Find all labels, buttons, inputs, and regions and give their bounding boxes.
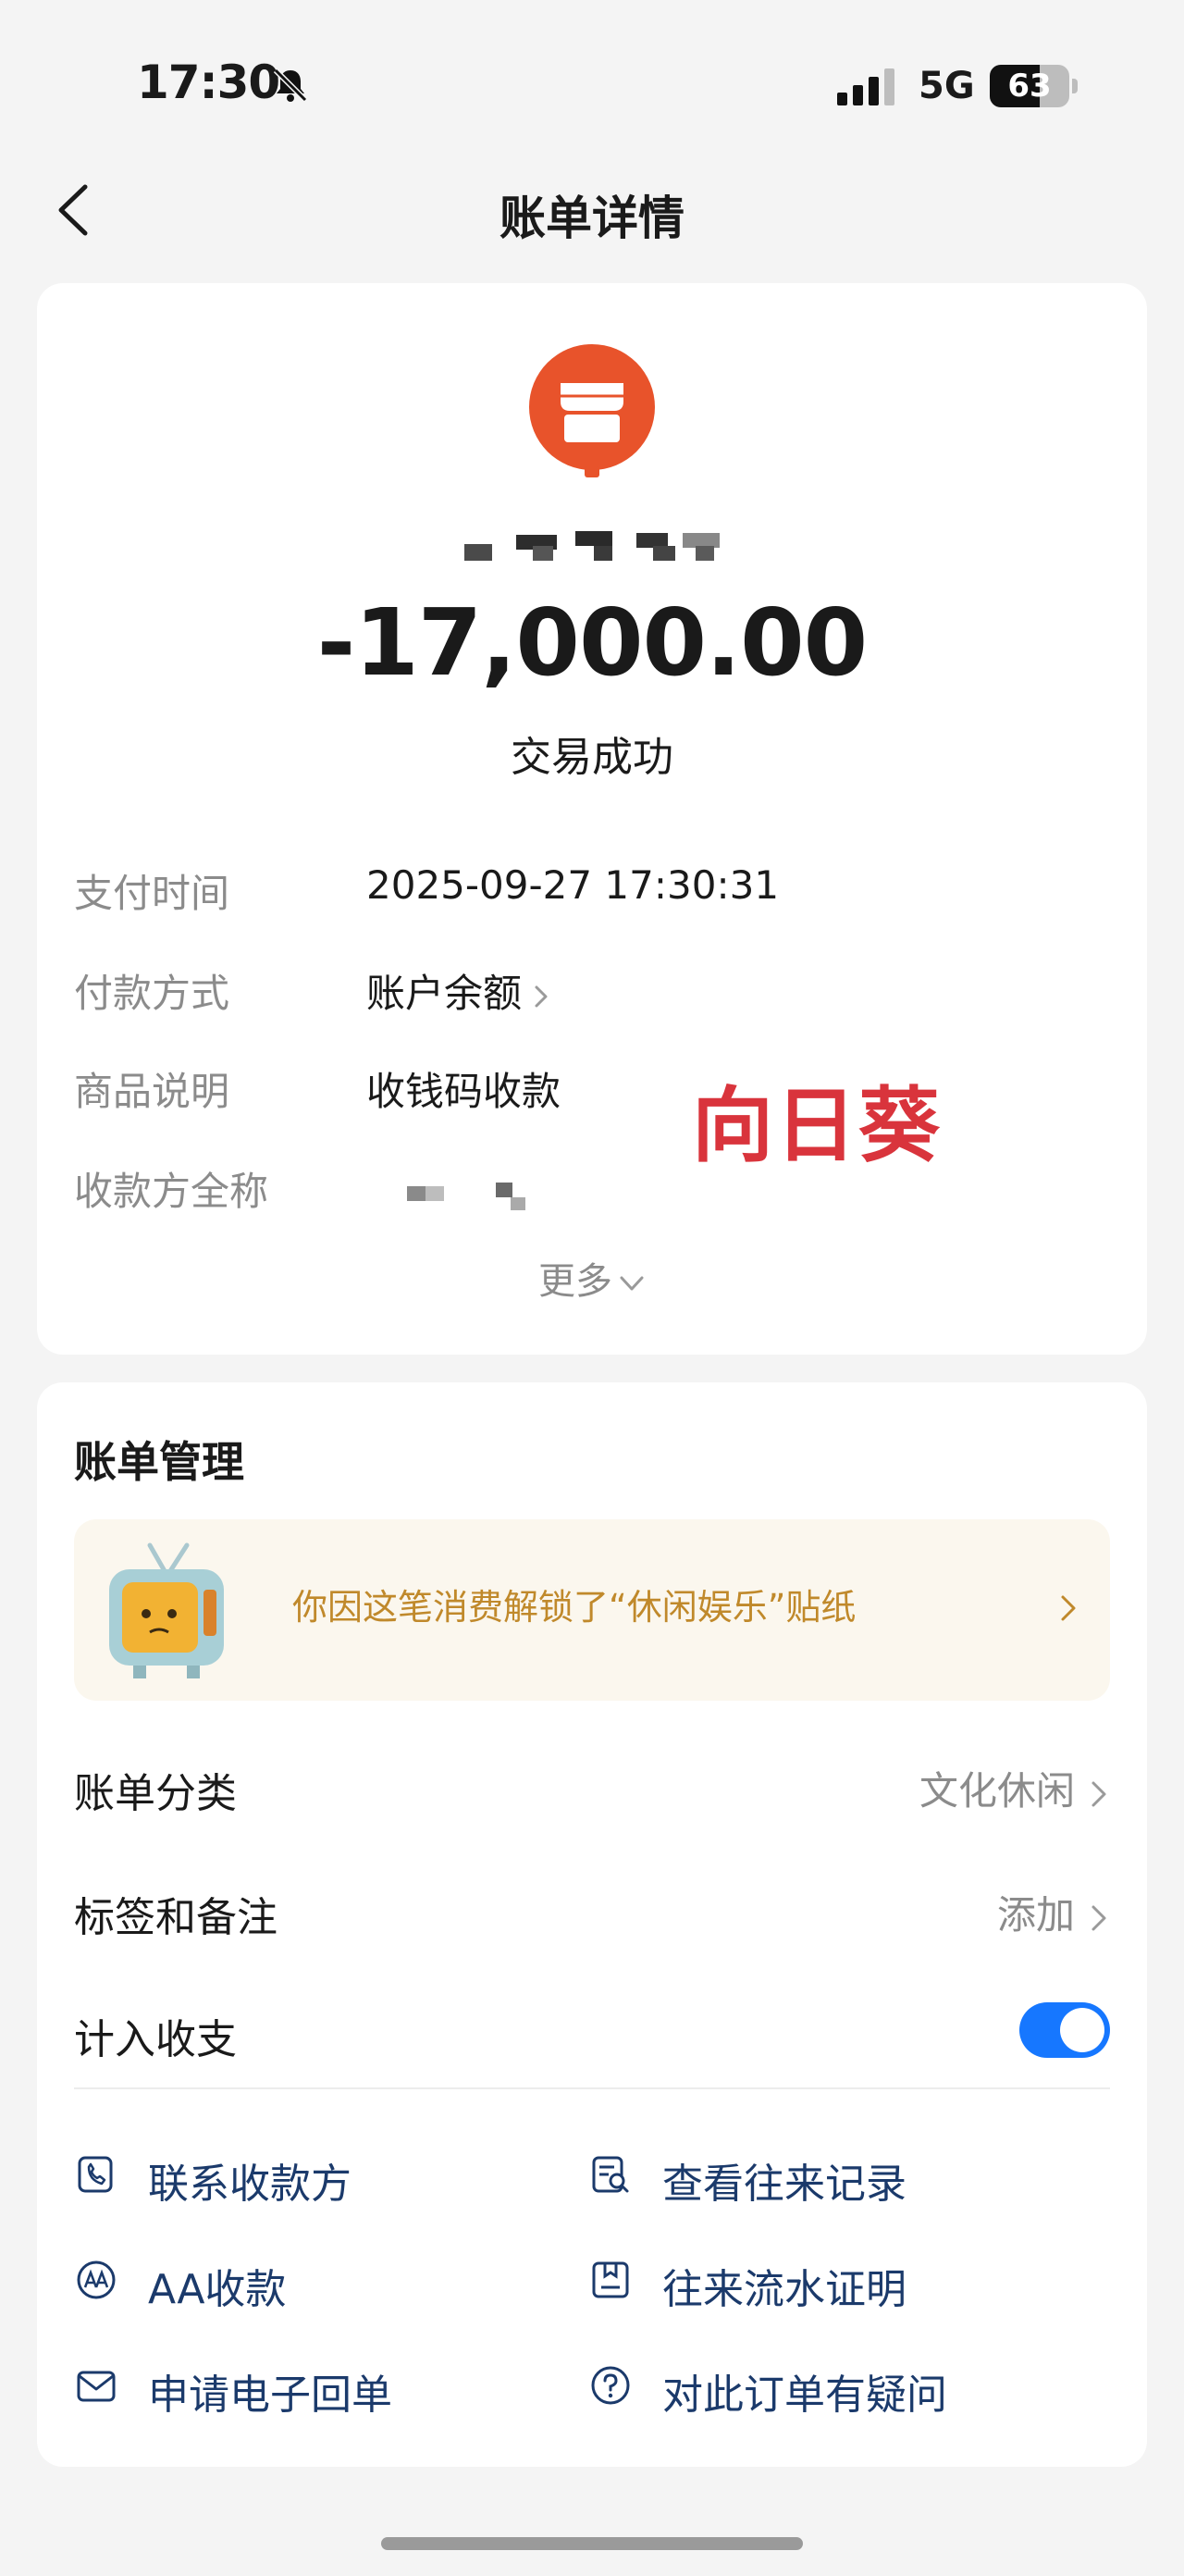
contact-payee-button[interactable]: 联系收款方 [74, 2137, 555, 2211]
tags-notes-value: 添加 [996, 1892, 1075, 1938]
transaction-status: 交易成功 [511, 734, 673, 781]
tags-notes-label: 标签和备注 [74, 1894, 278, 1941]
chevron-right-icon [1092, 1781, 1106, 1806]
aa-collect-button[interactable]: AA收款 [74, 2243, 555, 2317]
aa-collect-label: AA收款 [148, 2266, 287, 2313]
pay-time-value: 2025-09-27 17:30:31 [366, 862, 780, 908]
section-title: 账单管理 [74, 1437, 244, 1487]
question-icon [591, 2366, 630, 2405]
sticker-unlock-banner[interactable]: 你因这笔消费解锁了“休闲娱乐”贴纸 [74, 1519, 1110, 1701]
view-history-label: 查看往来记录 [662, 2161, 906, 2208]
payment-method-label: 付款方式 [74, 971, 230, 1016]
watermark-text: 向日葵 [692, 1078, 943, 1173]
include-in-budget-toggle[interactable] [1019, 2002, 1110, 2058]
chevron-right-icon [1092, 1905, 1106, 1930]
more-button[interactable]: 更多 [500, 1251, 684, 1307]
transaction-amount: -17,000.00 [316, 588, 869, 697]
e-receipt-label: 申请电子回单 [148, 2372, 392, 2419]
product-desc-label: 商品说明 [74, 1069, 230, 1114]
product-desc-value: 收钱码收款 [366, 1069, 561, 1114]
payee-name-label: 收款方全称 [74, 1169, 269, 1214]
transaction-card: -17,000.00 交易成功 支付时间 2025-09-27 17:30:31… [37, 283, 1147, 1355]
battery-percent: 63 [1007, 68, 1052, 105]
record-search-icon [592, 2156, 629, 2193]
mail-icon [77, 2371, 116, 2402]
tags-notes-row[interactable]: 标签和备注 添加 [74, 1862, 1110, 1954]
chevron-right-icon [535, 985, 548, 1007]
pay-time-label: 支付时间 [74, 871, 230, 916]
network-type: 5G [919, 65, 975, 107]
phone-icon [78, 2156, 113, 2193]
battery-body: 63 [990, 65, 1069, 107]
contact-payee-label: 联系收款方 [148, 2161, 352, 2208]
bill-management-card: 账单管理 你因这笔消费解锁了“休闲娱乐”贴纸 账单分类 文化休闲 标签和备注 添… [37, 1382, 1147, 2467]
e-receipt-button[interactable]: 申请电子回单 [74, 2348, 555, 2422]
statement-icon [592, 2261, 629, 2298]
chevron-right-icon [1061, 1595, 1076, 1621]
divider [74, 2087, 1110, 2089]
view-history-button[interactable]: 查看往来记录 [588, 2137, 1106, 2211]
bill-category-label: 账单分类 [74, 1770, 237, 1817]
bill-category-value-wrap: 文化休闲 [919, 1760, 1110, 1816]
status-time: 17:30 [137, 56, 280, 109]
battery-cap [1072, 79, 1078, 93]
payment-method-link[interactable]: 账户余额 [366, 962, 553, 1019]
bill-category-row[interactable]: 账单分类 文化休闲 [74, 1738, 1110, 1830]
page-title: 账单详情 [500, 192, 684, 245]
include-in-budget-label: 计入收支 [74, 2016, 237, 2063]
statement-proof-button[interactable]: 往来流水证明 [588, 2243, 1106, 2317]
order-question-label: 对此订单有疑问 [662, 2372, 947, 2419]
sticker-banner-text: 你因这笔消费解锁了“休闲娱乐”贴纸 [292, 1587, 857, 1628]
chevron-down-icon [620, 1276, 644, 1291]
bell-muted-icon [273, 68, 308, 103]
statement-proof-label: 往来流水证明 [662, 2266, 906, 2313]
toggle-knob [1060, 2008, 1104, 2052]
include-in-budget-row: 计入收支 [74, 1984, 1110, 2076]
tags-notes-value-wrap: 添加 [997, 1884, 1110, 1940]
tv-sticker-icon [109, 1542, 224, 1678]
battery-indicator: 63 [990, 65, 1079, 107]
status-bar: 17:30 5G 63 [0, 0, 1184, 167]
home-indicator[interactable] [381, 2537, 803, 2550]
merchant-store-icon [529, 344, 655, 477]
aa-icon [77, 2260, 116, 2299]
payment-method-value: 账户余额 [366, 971, 523, 1016]
merchant-name-pixelated [464, 531, 720, 561]
bill-category-value: 文化休闲 [919, 1768, 1075, 1814]
payee-name-pixelated [407, 1183, 525, 1210]
more-label: 更多 [538, 1260, 612, 1303]
order-question-button[interactable]: 对此订单有疑问 [588, 2348, 1106, 2422]
cellular-signal-icon [837, 68, 894, 105]
